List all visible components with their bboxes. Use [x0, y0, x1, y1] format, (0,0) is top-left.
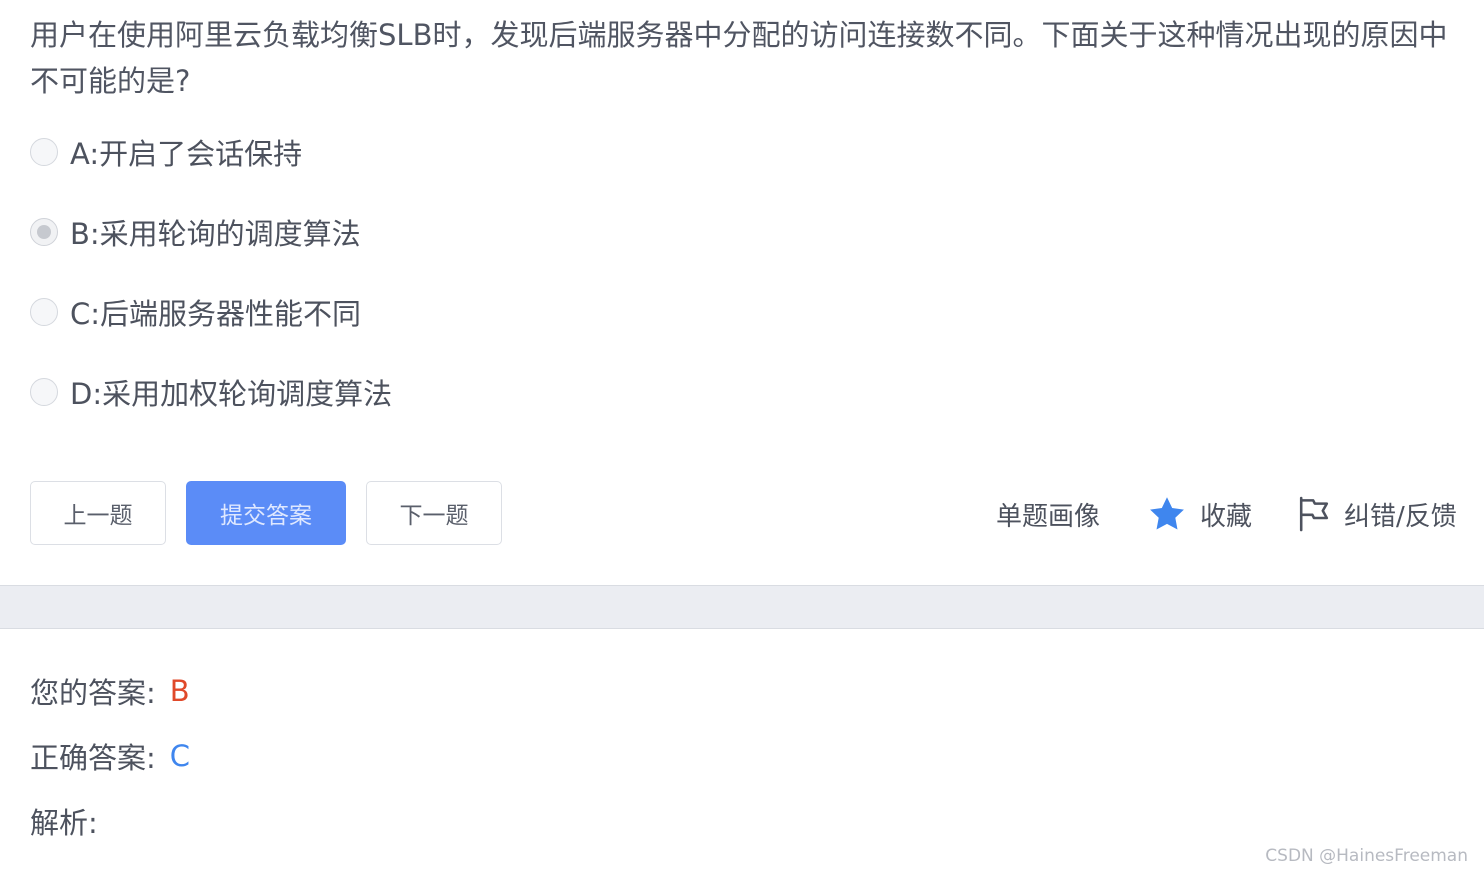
option-b-label: B:采用轮询的调度算法 [70, 217, 361, 251]
submit-answer-button[interactable]: 提交答案 [186, 481, 346, 545]
option-c-label: C:后端服务器性能不同 [70, 297, 362, 331]
favorite-label: 收藏 [1200, 501, 1253, 532]
question-portrait-label: 单题画像 [996, 501, 1101, 532]
option-c[interactable]: C:后端服务器性能不同 [30, 289, 361, 335]
your-answer-row: 您的答案: B [30, 669, 190, 713]
option-d-label: D:采用加权轮询调度算法 [70, 377, 393, 411]
correct-answer-value: C [169, 739, 191, 773]
option-b-radio[interactable] [30, 218, 58, 246]
section-divider [0, 585, 1484, 629]
prev-question-button[interactable]: 上一题 [30, 481, 166, 545]
option-a-radio[interactable] [30, 138, 58, 166]
flag-icon [1299, 496, 1329, 532]
watermark: CSDN @HainesFreeman [1265, 846, 1468, 866]
feedback-label: 纠错/反馈 [1344, 501, 1457, 532]
correct-answer-row: 正确答案: C [30, 734, 190, 778]
favorite-button[interactable]: 收藏 [1148, 490, 1252, 538]
option-a-label: A:开启了会话保持 [70, 137, 303, 171]
option-a[interactable]: A:开启了会话保持 [30, 129, 302, 175]
your-answer-value: B [169, 674, 190, 708]
option-d-radio[interactable] [30, 378, 58, 406]
next-question-button[interactable]: 下一题 [366, 481, 502, 545]
analysis-row: 解析: [30, 799, 98, 843]
option-b[interactable]: B:采用轮询的调度算法 [30, 209, 361, 255]
feedback-button[interactable]: 纠错/反馈 [1298, 490, 1457, 538]
your-answer-label: 您的答案: [30, 676, 156, 710]
question-portrait-link[interactable]: 单题画像 [996, 490, 1100, 538]
correct-answer-label: 正确答案: [30, 741, 156, 775]
analysis-label: 解析: [30, 806, 98, 840]
question-text: 用户在使用阿里云负载均衡SLB时，发现后端服务器中分配的访问连接数不同。下面关于… [30, 18, 1448, 98]
star-icon [1150, 497, 1184, 530]
option-c-radio[interactable] [30, 298, 58, 326]
option-d[interactable]: D:采用加权轮询调度算法 [30, 369, 392, 415]
radio-selected-dot [37, 225, 51, 239]
